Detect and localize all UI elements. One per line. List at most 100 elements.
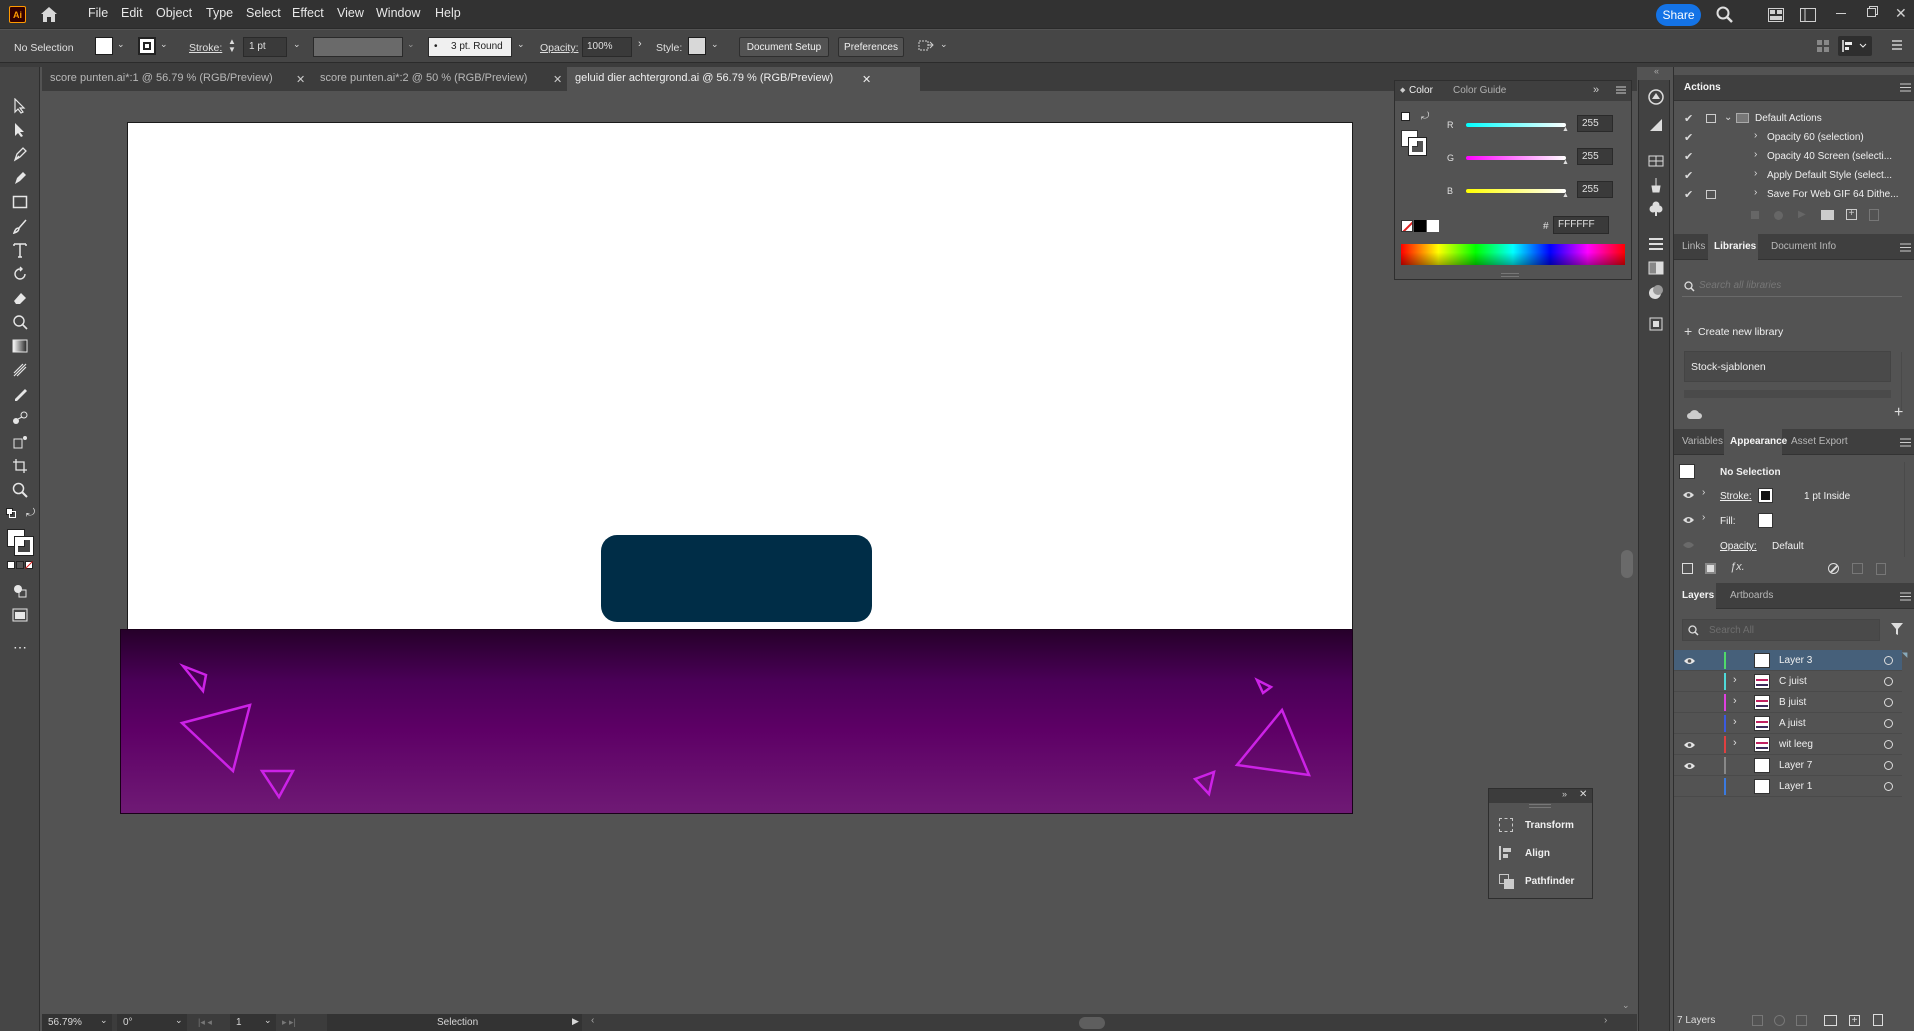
library-search-field[interactable]: Search all libraries [1682, 275, 1902, 297]
chevron-right-icon[interactable]: › [1733, 716, 1737, 728]
tab-layers[interactable]: Layers [1682, 590, 1714, 601]
default-fill-stroke-icon[interactable] [1401, 112, 1410, 121]
arrange-documents-icon[interactable] [1768, 8, 1784, 22]
navigator-icon[interactable] [1647, 88, 1665, 106]
chevron-down-icon[interactable]: ⌄ [407, 39, 415, 50]
layer-row[interactable]: Layer 7 [1674, 755, 1902, 776]
chevron-right-icon[interactable]: › [1733, 737, 1737, 749]
visibility-toggle[interactable] [1683, 676, 1696, 687]
dark-rounded-rectangle[interactable] [601, 535, 872, 622]
check-icon[interactable]: ✔ [1684, 131, 1693, 144]
tab-appearance[interactable]: Appearance [1730, 436, 1787, 447]
lock-toggle[interactable] [1701, 716, 1715, 731]
delete-icon[interactable] [1873, 1014, 1883, 1026]
appearance-fill-label[interactable]: Fill: [1720, 516, 1736, 527]
default-colors-icon[interactable] [6, 508, 16, 518]
type-tool-icon[interactable] [10, 240, 30, 260]
transparency-icon[interactable] [1647, 259, 1665, 277]
layers-search-field[interactable]: Search All [1682, 619, 1880, 641]
chevron-down-icon[interactable]: ⌄ [940, 39, 948, 50]
screen-mode-icon[interactable] [10, 605, 30, 625]
tab-color-guide[interactable]: Color Guide [1453, 85, 1506, 96]
chevron-right-icon[interactable]: › [1754, 187, 1757, 198]
new-action-icon[interactable]: + [1846, 209, 1857, 220]
tab-libraries[interactable]: Libraries [1714, 241, 1756, 252]
menu-help[interactable]: Help [435, 6, 461, 20]
variable-width-profile[interactable] [313, 37, 403, 57]
appearance-stroke-swatch[interactable] [1758, 488, 1773, 503]
first-artboard-icon[interactable]: |◂ ◂ [198, 1017, 212, 1028]
graphic-style-swatch[interactable] [688, 37, 706, 55]
selection-tool-icon[interactable] [10, 96, 30, 116]
collapse-panel-icon[interactable]: » [1593, 84, 1599, 96]
chevron-down-icon[interactable]: ⌄ [175, 1015, 183, 1026]
chevron-down-icon[interactable]: ⌄ [100, 1015, 108, 1026]
zoom-field[interactable]: 56.79% ⌄ [42, 1014, 112, 1031]
tab-actions[interactable]: Actions [1684, 82, 1721, 93]
black-swatch[interactable] [1414, 220, 1426, 232]
chevron-right-icon[interactable]: › [1754, 149, 1757, 160]
transform-icon[interactable] [1499, 818, 1513, 832]
g-field[interactable]: 255 [1577, 148, 1613, 165]
check-icon[interactable]: ✔ [1684, 112, 1693, 125]
tab-asset-export[interactable]: Asset Export [1791, 436, 1848, 447]
eraser-tool-icon[interactable] [10, 288, 30, 308]
horizontal-scroll-thumb[interactable] [1079, 1017, 1105, 1029]
workspace-switcher-icon[interactable] [1800, 8, 1816, 22]
fx-icon[interactable]: ƒx. [1730, 561, 1745, 573]
home-icon[interactable] [40, 6, 58, 23]
eye-icon[interactable] [1683, 657, 1696, 665]
b-slider[interactable] [1466, 189, 1566, 193]
align-label[interactable]: Align [1525, 848, 1550, 859]
layer-name[interactable]: wit leeg [1779, 739, 1813, 750]
menu-effect[interactable]: Effect [292, 6, 324, 20]
none-swatch[interactable] [1401, 220, 1413, 232]
shape-builder-tool-icon[interactable] [10, 312, 30, 332]
symbols-icon[interactable] [1647, 200, 1665, 218]
preferences-button[interactable]: Preferences [838, 37, 904, 57]
close-icon[interactable]: ✕ [1579, 789, 1587, 800]
pathfinder-label[interactable]: Pathfinder [1525, 876, 1574, 887]
purple-gradient-banner[interactable] [120, 629, 1353, 814]
chevron-right-icon[interactable]: › [1733, 674, 1737, 686]
control-bar-menu-icon[interactable] [1890, 38, 1904, 52]
blend-tool-icon[interactable] [10, 408, 30, 428]
r-field[interactable]: 255 [1577, 115, 1613, 132]
paintbrush-tool-icon[interactable] [10, 216, 30, 236]
create-library-button[interactable]: Create new library [1698, 326, 1783, 338]
stroke-swatch[interactable] [138, 37, 156, 55]
chevron-right-icon[interactable]: › [1754, 130, 1757, 141]
expand-icon[interactable]: ◆ [1400, 86, 1405, 94]
chevron-right-icon[interactable]: › [1702, 512, 1705, 523]
close-tab-icon[interactable]: ✕ [296, 73, 305, 86]
symbol-sprayer-tool-icon[interactable] [10, 432, 30, 452]
chevron-down-icon[interactable]: ⌄ [160, 39, 168, 50]
locate-object-icon[interactable] [1774, 1015, 1785, 1026]
last-artboard-icon[interactable]: ▸ ▸| [282, 1017, 296, 1028]
layer-row[interactable]: › A juist [1674, 713, 1902, 734]
layer-row[interactable]: Layer 3 [1674, 650, 1902, 671]
fill-swatch[interactable] [95, 37, 113, 55]
rectangle-tool-icon[interactable] [10, 192, 30, 212]
search-icon[interactable] [1716, 6, 1734, 24]
rotation-field[interactable]: 0° ⌄ [117, 1014, 187, 1031]
library-item[interactable]: Stock-sjablonen [1684, 351, 1891, 382]
menu-window[interactable]: Window [376, 6, 420, 20]
add-library-icon[interactable]: + [1894, 404, 1903, 422]
align-icon[interactable] [1499, 846, 1513, 860]
menu-object[interactable]: Object [156, 6, 192, 20]
menu-type[interactable]: Type [206, 6, 233, 20]
eye-icon[interactable] [1682, 516, 1695, 524]
library-scrollbar[interactable] [1901, 352, 1911, 412]
align-options-button[interactable] [1838, 36, 1872, 56]
eyedropper-tool-icon[interactable] [10, 384, 30, 404]
make-clipping-mask-icon[interactable] [1796, 1015, 1807, 1026]
color-mode-icon[interactable] [7, 561, 33, 569]
stroke-proxy-swatch[interactable] [1408, 137, 1427, 156]
layer-name[interactable]: A juist [1779, 718, 1806, 729]
target-circle-icon[interactable] [1884, 656, 1893, 665]
chevron-down-icon[interactable]: ⌄ [293, 39, 301, 50]
drag-grip-icon[interactable] [1529, 804, 1551, 808]
chevron-down-icon[interactable]: ⌄ [1724, 112, 1732, 123]
lock-toggle[interactable] [1701, 653, 1715, 668]
